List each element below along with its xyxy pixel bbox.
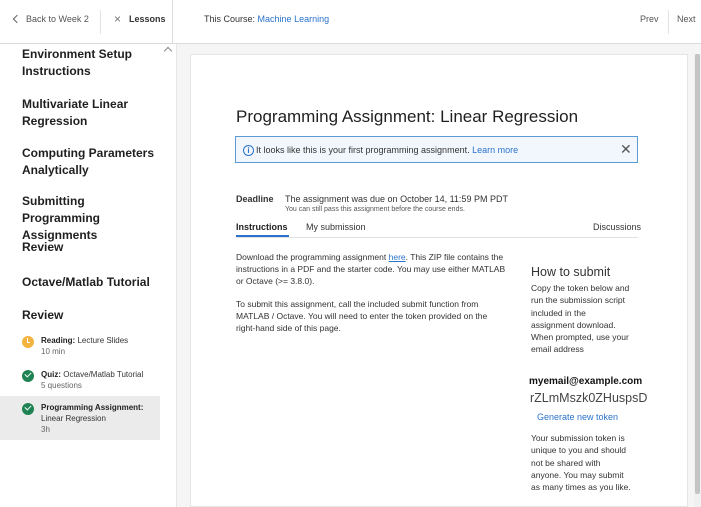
instructions-paragraph: Download the programming assignment here…	[236, 252, 506, 286]
tab-divider	[236, 237, 638, 238]
tab-my-submission[interactable]: My submission	[306, 222, 366, 232]
item-type: Programming Assignment:	[41, 403, 144, 412]
main-scrollbar[interactable]	[694, 54, 701, 507]
sidebar-heading[interactable]: Review	[22, 307, 157, 324]
back-label: Back to Week 2	[26, 14, 89, 24]
item-meta: 5 questions	[41, 381, 82, 390]
item-type: Quiz:	[41, 370, 61, 379]
divider	[100, 10, 101, 34]
item-title: Lecture Slides	[77, 336, 129, 345]
deadline-subtext: You can still pass this assignment befor…	[285, 206, 465, 213]
close-icon[interactable]: ✕	[620, 141, 632, 157]
lesson-sidebar: Environment Setup Instructions Multivari…	[0, 44, 160, 507]
sidebar-heading[interactable]: Submitting Programming Assignments	[22, 193, 157, 244]
deadline-label: Deadline	[236, 194, 274, 204]
top-bar: Back to Week 2 × Lessons This Course: Ma…	[0, 0, 701, 44]
item-title: Octave/Matlab Tutorial	[63, 370, 144, 379]
submission-token[interactable]: rZLmMszk0ZHuspsD	[530, 391, 647, 405]
item-title: Linear Regression	[41, 414, 106, 423]
learn-more-link[interactable]: Learn more	[472, 145, 518, 155]
sidebar-item-octave-quiz[interactable]: Quiz: Octave/Matlab Tutorial 5 questions	[0, 364, 160, 394]
back-to-week-link[interactable]: Back to Week 2	[12, 14, 89, 24]
divider	[172, 0, 173, 44]
chevron-left-icon	[12, 14, 22, 24]
check-icon	[22, 370, 34, 382]
close-icon: ×	[114, 12, 122, 26]
item-meta: 3h	[41, 425, 50, 434]
course-link[interactable]: Machine Learning	[258, 14, 330, 24]
prev-button[interactable]: Prev	[640, 14, 659, 24]
tab-discussions[interactable]: Discussions	[593, 222, 641, 232]
sidebar-heading[interactable]: Environment Setup Instructions	[22, 46, 157, 80]
sidebar-item-lecture-slides[interactable]: Reading: Lecture Slides 10 min	[0, 330, 160, 360]
item-type: Reading:	[41, 336, 76, 345]
item-meta: 10 min	[41, 347, 66, 356]
lessons-toggle[interactable]: × Lessons	[114, 12, 166, 26]
page-title: Programming Assignment: Linear Regressio…	[236, 107, 579, 126]
next-button[interactable]: Next	[677, 14, 696, 24]
sidebar-heading[interactable]: Review	[22, 239, 157, 256]
submit-paragraph: To submit this assignment, call the incl…	[236, 299, 488, 333]
generate-token-link[interactable]: Generate new token	[537, 412, 618, 422]
info-icon: i	[243, 145, 254, 156]
how-to-submit-title: How to submit	[531, 265, 611, 279]
banner-message: It looks like this is your first program…	[256, 145, 470, 155]
clock-icon	[22, 336, 34, 348]
tab-instructions[interactable]: Instructions	[236, 222, 288, 232]
sidebar-scroll-up-icon[interactable]	[163, 44, 173, 54]
course-breadcrumb: This Course: Machine Learning	[204, 14, 329, 24]
sidebar-heading[interactable]: Multivariate Linear Regression	[22, 96, 157, 130]
sidebar-heading[interactable]: Computing Parameters Analytically	[22, 145, 157, 179]
sidebar-heading[interactable]: Octave/Matlab Tutorial	[22, 274, 157, 291]
deadline-text: The assignment was due on October 14, 11…	[285, 194, 508, 204]
lessons-label: Lessons	[129, 14, 166, 24]
user-email: myemail@example.com	[529, 376, 643, 387]
course-prefix: This Course:	[204, 14, 256, 24]
info-banner: i It looks like this is your first progr…	[235, 136, 638, 163]
divider	[668, 10, 669, 34]
scrollbar-thumb[interactable]	[695, 54, 700, 494]
sidebar-item-linear-regression[interactable]: Programming Assignment: Linear Regressio…	[0, 396, 160, 440]
how-to-submit-text: Copy the token below and run the submiss…	[531, 283, 630, 355]
token-note: Your submission token is unique to you a…	[531, 433, 631, 493]
download-here-link[interactable]: here	[389, 252, 406, 262]
check-icon	[22, 403, 34, 415]
